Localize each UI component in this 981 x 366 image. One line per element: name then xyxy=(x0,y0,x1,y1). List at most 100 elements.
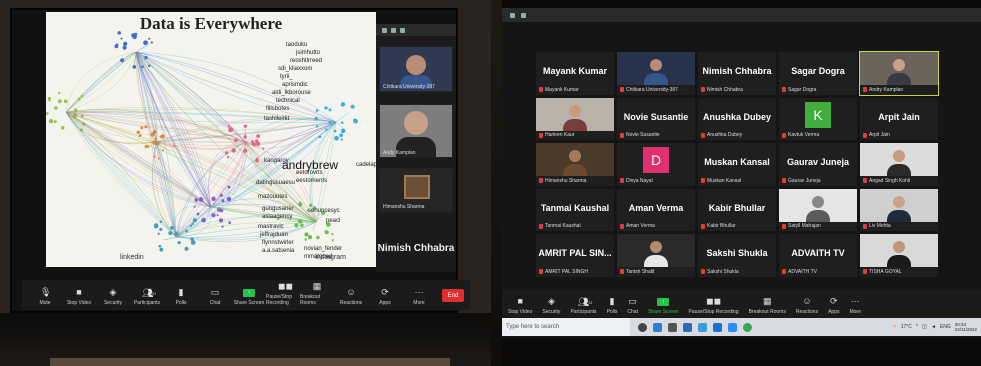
volume-icon[interactable]: ◄ xyxy=(931,324,936,330)
shield-icon: ◈ xyxy=(547,296,555,306)
participant-name: Angad Singh Kohli xyxy=(869,177,911,184)
network-node xyxy=(158,244,162,248)
participant-tile[interactable]: Nimish Chhabra Nimish Chhabra xyxy=(698,52,776,95)
network-edge xyxy=(244,127,247,143)
app-icon[interactable] xyxy=(713,322,722,332)
pause-stop-recording-button[interactable]: ◼◼ Pause/Stop Recording xyxy=(689,297,739,316)
network-node xyxy=(157,232,160,235)
participant-name: Chitkara University-387 xyxy=(626,86,678,93)
participant-tile[interactable]: Harleen Kaur xyxy=(536,97,614,140)
network-icon[interactable]: ◫ xyxy=(922,324,927,330)
zoom-app-icon[interactable] xyxy=(728,322,737,332)
chat-button[interactable]: ▭ Chat xyxy=(198,288,232,307)
network-node-label: flynnstwirler xyxy=(262,240,294,246)
participant-tile[interactable]: Kabir Bhullar Kabir Bhullar xyxy=(698,188,776,231)
share-icon: ↑ xyxy=(657,298,670,306)
network-node-label: jsimhutto xyxy=(296,50,321,56)
clock[interactable]: 20:34 24/11/2022 xyxy=(955,322,977,332)
network-node-label: fillsbotes xyxy=(266,106,290,112)
participant-tile[interactable]: Satyll Mahajan xyxy=(779,188,857,231)
network-node-label: eestoments xyxy=(296,178,328,184)
participant-tile[interactable]: Sagar Dogra Sagar Dogra xyxy=(779,52,857,95)
participant-tile[interactable]: Andry Kamplan xyxy=(859,51,939,96)
breakout-rooms-button[interactable]: ▦ Breakout Rooms xyxy=(300,282,334,307)
participant-tile[interactable]: Anushka Dubey Anushka Dubey xyxy=(698,97,776,140)
participant-name: ADVAITH TV xyxy=(788,268,817,275)
participant-tile[interactable]: Himanshu Sharma xyxy=(536,143,614,186)
participant-tile[interactable]: Angad Singh Kohli xyxy=(860,143,938,186)
participant-tile[interactable]: D Divya Nayal xyxy=(617,143,695,186)
participant-display-name: Sagar Dogra xyxy=(791,66,845,76)
network-node xyxy=(243,134,247,139)
participant-tile[interactable]: Gaurav Juneja Gaurav Juneja xyxy=(779,143,857,186)
side-video-tile[interactable]: Chitkara University-387 xyxy=(379,46,453,92)
polls-button[interactable]: ▮ Polls xyxy=(164,288,198,307)
toolbar-label: Participants xyxy=(133,300,161,306)
participant-display-name: Novie Susantie xyxy=(623,111,689,122)
tray-arrow-icon[interactable]: ^ xyxy=(916,324,918,330)
participant-tile[interactable]: Chitkara University-387 xyxy=(617,52,695,95)
security-button[interactable]: ◈ Security xyxy=(542,296,560,316)
participant-tile[interactable]: Tanmai Kaushal Tanmai Kaushal xyxy=(536,188,614,231)
reactions-button[interactable]: ☺ Reactions xyxy=(334,288,368,307)
polls-button[interactable]: ▮ Polls xyxy=(607,297,618,316)
participant-tile[interactable]: Mayank Kumar Mayank Kumar xyxy=(536,52,614,95)
participant-tile[interactable]: Novie Susantie Novie Susantie xyxy=(617,97,695,140)
pause-stop-recording-button[interactable]: ◼◼ Pause/Stop Recording xyxy=(266,281,300,307)
task-view-icon[interactable] xyxy=(638,322,647,332)
network-node xyxy=(334,135,339,141)
app-icon[interactable] xyxy=(653,322,662,332)
share-screen-button[interactable]: ↑ Share Screen xyxy=(648,298,679,315)
participant-tile[interactable]: Tanish Shalit xyxy=(617,234,695,277)
participant-tile[interactable]: Arpit Jain Arpit Jain xyxy=(860,97,938,140)
security-button[interactable]: ◈ Security xyxy=(96,288,130,307)
reactions-button[interactable]: ☺ Reactions xyxy=(796,297,818,316)
app-icon[interactable] xyxy=(683,322,692,332)
language-indicator[interactable]: ENG xyxy=(940,324,951,330)
participant-tile[interactable]: TISHA GOYAL xyxy=(860,234,938,277)
taskbar-search-input[interactable]: Type here to search xyxy=(502,318,630,336)
side-video-tile[interactable]: Himanshu Sharma xyxy=(379,168,453,212)
participant-body xyxy=(887,164,911,177)
mute-button[interactable]: 🎙︎ Mute xyxy=(28,288,62,307)
stop-video-button[interactable]: ■ Stop Video xyxy=(62,288,96,307)
layout-icon[interactable] xyxy=(382,27,387,33)
chat-button[interactable]: ▭ Chat xyxy=(627,297,638,316)
participant-tile[interactable]: K Kavtuk Verma xyxy=(779,97,857,140)
apps-button[interactable]: ⟳ Apps xyxy=(828,297,839,316)
participants-button[interactable]: 👥︎ 31 Participants xyxy=(130,289,164,307)
stop-video-button[interactable]: ■ Stop Video xyxy=(508,297,532,316)
participant-video xyxy=(617,52,695,86)
window-icon[interactable] xyxy=(521,12,526,18)
record-icon: ◼◼ xyxy=(278,281,293,291)
share-screen-button[interactable]: ↑ Share Screen xyxy=(232,289,266,306)
network-node-label: reoshtlrreed xyxy=(290,58,323,64)
side-video-tile[interactable]: Andy Kamplan xyxy=(379,104,453,158)
breakout-rooms-button[interactable]: ▦ Breakout Rooms xyxy=(749,297,786,316)
participant-tile[interactable]: Aman Verma Aman Verma xyxy=(617,188,695,231)
end-meeting-button[interactable]: End xyxy=(442,289,464,302)
network-node xyxy=(294,223,299,228)
more-button[interactable]: ··· More xyxy=(402,288,436,307)
more-button[interactable]: ··· More xyxy=(849,297,860,316)
participant-tile[interactable]: ADVAITH TV ADVAITH TV xyxy=(779,234,857,277)
participant-name-label: Muskan Kansal xyxy=(701,178,741,184)
layout-icon[interactable] xyxy=(400,27,405,33)
apps-button[interactable]: ⟳ Apps xyxy=(368,288,402,307)
window-icon[interactable] xyxy=(510,12,515,18)
app-icon[interactable] xyxy=(668,322,677,332)
app-icon[interactable] xyxy=(698,322,707,332)
participant-tile[interactable]: Sakshi Shukla Sakshi Shukla xyxy=(698,234,776,277)
network-node-label: cadelapmo xyxy=(356,162,376,168)
participant-silhouette xyxy=(887,150,911,177)
participant-name-label: AMRIT PAL SINGH xyxy=(539,269,588,275)
participant-tile[interactable]: AMRIT PAL SIN... AMRIT PAL SINGH xyxy=(536,234,614,277)
layout-icon[interactable] xyxy=(391,27,396,33)
participant-tile[interactable]: Muskan Kansal Muskan Kansal xyxy=(698,143,776,186)
network-node-label: senuncesyc xyxy=(308,208,340,214)
participants-button[interactable]: 👥︎ 31 Participants xyxy=(570,298,596,316)
participant-name-label: Liv Mehta xyxy=(863,223,891,229)
browser-icon[interactable] xyxy=(743,322,752,332)
toolbar-label: Chat xyxy=(209,300,221,306)
participant-tile[interactable]: Liv Mehta xyxy=(860,188,938,231)
